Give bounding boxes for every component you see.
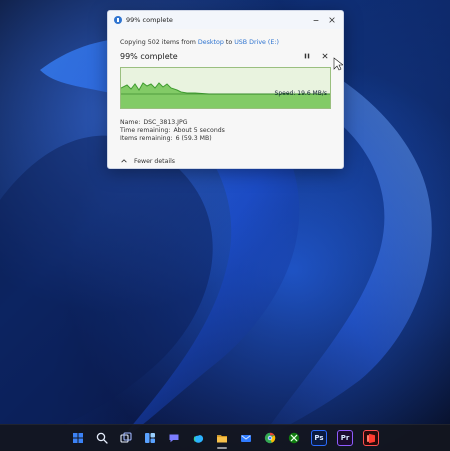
chrome-icon[interactable] [263, 431, 277, 445]
speed-graph-svg [121, 68, 330, 108]
fewer-details-label: Fewer details [134, 157, 176, 165]
xbox-logo-icon [288, 432, 300, 444]
detail-time: Time remaining: About 5 seconds [120, 127, 331, 135]
windows-logo-icon [73, 433, 83, 443]
chevron-up-icon [121, 159, 127, 163]
widgets-icon[interactable] [143, 431, 157, 445]
copy-progress-dialog: 99% complete Copying 502 items from Desk… [107, 10, 344, 169]
detail-name: Name: DSC_3813.JPG [120, 119, 331, 127]
dialog-content: Copying 502 items from Desktop to USB Dr… [108, 29, 343, 165]
envelope-icon [241, 435, 251, 442]
source-link[interactable]: Desktop [198, 39, 224, 46]
search-icon[interactable] [95, 431, 109, 445]
minimize-icon [313, 20, 319, 21]
minimize-button[interactable] [311, 15, 321, 25]
edge-icon[interactable] [191, 431, 205, 445]
detail-items-value: 6 (59.3 MB) [175, 135, 212, 142]
dialog-title: 99% complete [126, 16, 173, 24]
progress-status: 99% complete [120, 51, 178, 61]
pause-icon [304, 53, 310, 59]
detail-items: Items remaining: 6 (59.3 MB) [120, 135, 331, 143]
windows-start-icon[interactable] [71, 431, 85, 445]
xbox-icon[interactable] [287, 431, 301, 445]
detail-time-value: About 5 seconds [173, 127, 225, 134]
progress-header: 99% complete [120, 50, 331, 62]
fewer-details-toggle[interactable]: Fewer details [120, 157, 331, 165]
chrome-logo-icon [264, 432, 276, 444]
close-window-button[interactable] [327, 15, 337, 25]
transfer-speed-graph: Speed: 19.6 MB/s [120, 67, 331, 109]
premiere-label: Pr [340, 434, 350, 442]
dialog-titlebar: 99% complete [108, 11, 343, 29]
transfer-details: Name: DSC_3813.JPG Time remaining: About… [120, 119, 331, 143]
photoshop-icon[interactable]: Ps [311, 430, 327, 446]
detail-name-label: Name: [120, 119, 141, 126]
teams-chat-icon[interactable] [167, 431, 181, 445]
copy-description: Copying 502 items from Desktop to USB Dr… [120, 39, 331, 46]
widgets-glyph-icon [145, 433, 155, 443]
taskbar-icons: Ps Pr [71, 430, 379, 449]
magnifier-icon [96, 432, 108, 444]
pause-button[interactable] [301, 50, 313, 62]
office-logo-icon [367, 433, 375, 444]
window-controls [311, 15, 337, 25]
speed-text: Speed: 19.6 MB/s [274, 90, 327, 97]
detail-items-label: Items remaining: [120, 135, 173, 142]
copy-mid: to [223, 39, 235, 46]
detail-name-value: DSC_3813.JPG [143, 119, 188, 126]
copy-status-icon [114, 16, 122, 24]
file-explorer-icon[interactable] [215, 431, 229, 449]
chat-bubble-icon [169, 434, 179, 443]
mouse-cursor-icon [333, 57, 343, 71]
close-icon [329, 17, 335, 23]
taskbar: Ps Pr [0, 424, 450, 451]
office-icon[interactable] [363, 430, 379, 446]
task-view-glyph-icon [120, 432, 132, 443]
cancel-copy-button[interactable] [319, 50, 331, 62]
folder-icon [217, 435, 227, 443]
destination-link[interactable]: USB Drive (E:) [234, 39, 279, 46]
mail-icon[interactable] [239, 431, 253, 445]
photoshop-label: Ps [314, 434, 324, 442]
copy-prefix: Copying 502 items from [120, 39, 198, 46]
active-app-indicator [217, 447, 227, 449]
edge-logo-icon [193, 435, 204, 443]
cancel-icon [322, 53, 328, 59]
premiere-icon[interactable]: Pr [337, 430, 353, 446]
task-view-icon[interactable] [119, 431, 133, 445]
detail-time-label: Time remaining: [120, 127, 171, 134]
